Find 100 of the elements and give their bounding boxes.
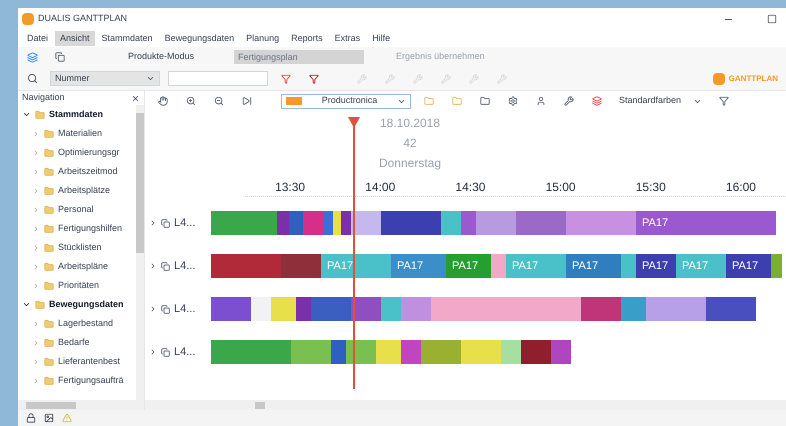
filter-icon[interactable] [309, 74, 319, 84]
app-logo-icon [22, 13, 34, 25]
task-label: PA17 [682, 259, 708, 274]
zoom-out-icon[interactable] [214, 96, 224, 106]
tree-item[interactable]: Bedarfe [18, 333, 136, 352]
time-label: 13:30 [274, 179, 306, 196]
folder-icon [44, 242, 54, 252]
tree-item[interactable]: Stücklisten [18, 238, 136, 257]
tree-item[interactable]: Fertigungshilfen [18, 219, 136, 238]
brand-name: GANTTPLAN [728, 72, 778, 84]
wrench-icon[interactable] [564, 96, 574, 106]
chevron-icon[interactable] [149, 219, 157, 227]
menu-item[interactable]: Hilfe [367, 31, 396, 46]
color-scheme-dropdown[interactable]: Standardfarben [615, 94, 706, 108]
tree-item[interactable]: Fertigungsaufträ [18, 371, 136, 390]
task-label: PA17 [642, 259, 668, 274]
time-label: 16:00 [724, 179, 757, 196]
chevron-icon[interactable] [22, 110, 31, 119]
folder-icon [35, 300, 45, 310]
folder-icon [44, 186, 54, 196]
task-label: PA17 [327, 259, 354, 274]
menu-item[interactable]: Extras [330, 31, 366, 46]
filter-icon[interactable] [719, 96, 730, 106]
folder-icon [44, 128, 54, 138]
copy-icon [161, 218, 170, 228]
warning-icon[interactable] [62, 413, 72, 423]
date-label: 18.10.2018 [380, 115, 440, 132]
filter-icon[interactable] [281, 74, 291, 84]
scrollbar[interactable] [136, 105, 144, 400]
close-icon[interactable] [131, 94, 140, 102]
tree-item[interactable]: Materialien [18, 124, 136, 143]
chevron-icon[interactable] [149, 262, 157, 270]
scrollbar[interactable] [145, 400, 786, 410]
chevron-icon[interactable] [149, 305, 157, 313]
tree-item[interactable]: Arbeitszeitmod [18, 162, 136, 181]
skip-icon[interactable] [242, 96, 252, 106]
scenario-icon [286, 97, 302, 105]
layers-icon[interactable] [26, 52, 38, 62]
settings-icon[interactable] [508, 96, 518, 106]
copy-icon [161, 348, 170, 356]
tree-item[interactable]: Prioritäten [18, 276, 136, 295]
hand-icon[interactable] [158, 96, 168, 106]
resource-label[interactable]: L4... [174, 214, 196, 232]
folder-icon [44, 318, 54, 328]
search-type-dropdown[interactable]: Nummer [50, 71, 160, 86]
tree-item[interactable]: Optimierungsgr [18, 143, 136, 162]
panel-title: Navigation [22, 91, 66, 104]
tree-item[interactable]: Arbeitsplätze [18, 181, 136, 200]
task-label: PA17 [642, 216, 668, 231]
time-label: 14:30 [454, 179, 486, 196]
task-label: PA17 [512, 259, 538, 274]
menu-item[interactable]: Ansicht [55, 31, 95, 46]
lock-icon[interactable] [26, 413, 36, 423]
time-label: 15:30 [634, 179, 667, 196]
folder-icon [44, 204, 54, 214]
caret-icon [146, 74, 155, 83]
resource-label[interactable]: L4... [174, 344, 196, 360]
chevron-icon[interactable] [22, 300, 31, 309]
tree-item[interactable]: Stammdaten [18, 105, 136, 124]
menu-item[interactable]: Planung [241, 31, 284, 46]
menu-item[interactable]: Reports [286, 31, 328, 46]
maximize-icon[interactable] [767, 14, 777, 24]
folder-icon [44, 356, 54, 366]
copy-icon [161, 304, 170, 314]
mode-label: Produkte-Modus [128, 50, 194, 64]
folder-icon [44, 224, 54, 234]
logo-icon [712, 72, 725, 84]
tree-item[interactable]: Lieferantenbest [18, 352, 136, 371]
week-label: 42 [403, 135, 417, 152]
weekday-label: Donnerstag [378, 155, 442, 172]
tree-item[interactable]: Arbeitspläne [18, 257, 136, 276]
folder-icon [44, 166, 54, 176]
window-title: DUALIS GANTTPLAN [38, 12, 128, 26]
time-label: 15:00 [544, 179, 577, 196]
resource-label[interactable]: L4... [174, 300, 196, 318]
folder-icon [44, 262, 54, 272]
zoom-in-icon[interactable] [186, 96, 196, 106]
search-field[interactable] [168, 71, 268, 86]
resource-label[interactable]: L4... [174, 258, 196, 274]
tree-item[interactable]: Lagerbestand [18, 314, 136, 333]
user-icon[interactable] [536, 96, 546, 106]
chevron-icon[interactable] [149, 348, 157, 356]
time-label: 14:00 [364, 179, 396, 196]
folder-icon[interactable] [480, 96, 490, 106]
tree-item[interactable]: Bewegungsdaten [18, 295, 136, 314]
search-icon[interactable] [26, 73, 38, 84]
task-label: PA17 [397, 259, 424, 274]
copy-icon[interactable] [55, 52, 65, 62]
scenario-dropdown[interactable]: Productronica [281, 94, 411, 108]
color-lines-icon[interactable] [592, 96, 602, 106]
menu-item[interactable]: Bewegungsdaten [160, 31, 240, 46]
task-label: PA17 [452, 259, 478, 274]
tree-item[interactable]: Personal [18, 200, 136, 219]
image-icon[interactable] [44, 413, 54, 423]
scrollbar[interactable] [18, 400, 144, 410]
menu-item[interactable]: Stammdaten [96, 31, 158, 46]
folder-icon [44, 376, 54, 386]
task-label: PA17 [732, 259, 758, 274]
folder-icon [44, 338, 54, 348]
menu-item[interactable]: Datei [22, 31, 54, 46]
